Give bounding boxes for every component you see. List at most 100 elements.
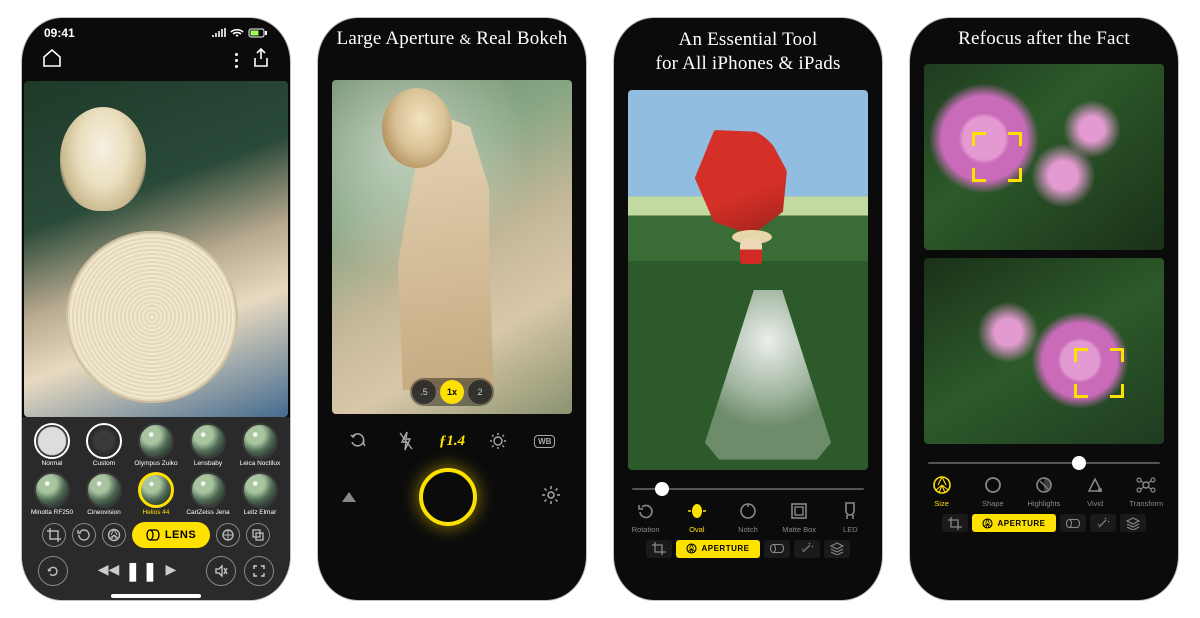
next-button[interactable]: ▶ xyxy=(165,561,176,582)
lens-picker: Normal Custom Olympus Zuiko Lensbaby Leica N… xyxy=(22,417,290,600)
rotate-icon xyxy=(634,500,658,522)
photo-top[interactable] xyxy=(924,64,1164,250)
lens-normal[interactable]: Normal xyxy=(27,423,77,468)
tab-rotation[interactable]: Rotation xyxy=(621,500,671,534)
pause-button[interactable]: ❚❚ xyxy=(125,561,159,582)
tab-label: Shape xyxy=(982,499,1004,508)
fullscreen-button[interactable] xyxy=(244,556,274,586)
photo-viewport[interactable]: .51x2 xyxy=(332,80,572,414)
lens-cineovision[interactable]: Cineovision xyxy=(79,472,129,517)
lens-label: Custom xyxy=(93,461,115,468)
tab-shape[interactable]: Shape xyxy=(968,474,1018,508)
lens-label: Helios 44 xyxy=(142,510,169,517)
lens-label: Lensbaby xyxy=(194,461,222,468)
collapse-button[interactable] xyxy=(342,492,356,502)
tab-size[interactable]: Size xyxy=(917,474,967,508)
focus-indicator-top[interactable] xyxy=(972,132,1022,182)
tab-vivid[interactable]: Vivid xyxy=(1070,474,1120,508)
photo-bottom[interactable] xyxy=(924,258,1164,444)
mode-lens-pill[interactable]: LENS xyxy=(132,522,210,548)
battery-icon xyxy=(248,28,268,38)
nav-lens-icon[interactable] xyxy=(1060,514,1086,532)
wifi-icon xyxy=(230,28,244,38)
tab-matte-box[interactable]: Matte Box xyxy=(774,500,824,534)
shutter-button[interactable] xyxy=(419,468,477,526)
tab-label: Vivid xyxy=(1087,499,1103,508)
lens-carlzeiss-jena[interactable]: CarlZeiss Jena xyxy=(183,472,233,517)
settings-button[interactable] xyxy=(540,484,562,511)
lens-thumbnail xyxy=(190,472,226,508)
tab-transform[interactable]: Transform xyxy=(1121,474,1171,508)
lens-thumbnail xyxy=(86,472,122,508)
lens-label: Olympus Zuiko xyxy=(134,461,177,468)
signal-icon xyxy=(212,28,226,38)
lens-label: Minolta RF250 xyxy=(31,510,73,517)
lens-label: Cineovision xyxy=(87,510,121,517)
lens-thumbnail xyxy=(34,423,70,459)
led-icon xyxy=(838,500,862,522)
refresh-button[interactable] xyxy=(346,430,372,452)
nav-wand-icon[interactable] xyxy=(1090,514,1116,532)
home-indicator xyxy=(111,594,201,598)
nav-wand-icon[interactable] xyxy=(794,540,820,558)
phone-screenshot-1: 09:41 NormalCustomOlympus ZuikoLensbabyL… xyxy=(22,18,290,600)
zoom-.5[interactable]: .5 xyxy=(412,380,436,404)
flash-off-button[interactable] xyxy=(393,430,419,452)
lens-lensbaby[interactable]: Lensbaby xyxy=(183,423,233,468)
zoom-1x[interactable]: 1x xyxy=(440,380,464,404)
mode-color-button[interactable] xyxy=(216,523,240,547)
transform-icon xyxy=(1134,474,1158,496)
zoom-selector[interactable]: .51x2 xyxy=(410,378,494,406)
nav-aperture-pill[interactable]: APERTURE xyxy=(676,540,759,558)
lens-leitz-elmar[interactable]: Leitz Elmar xyxy=(235,472,285,517)
tab-oval[interactable]: Oval xyxy=(672,500,722,534)
matte-icon xyxy=(787,500,811,522)
aperture-f-button[interactable]: ƒ1.4 xyxy=(439,430,465,452)
mute-button[interactable] xyxy=(206,556,236,586)
zoom-2[interactable]: 2 xyxy=(468,380,492,404)
headline: An Essential Tool for All iPhones & iPad… xyxy=(614,18,882,84)
photo-viewport[interactable] xyxy=(628,90,868,470)
lens-label: CarlZeiss Jena xyxy=(186,510,229,517)
photo-viewport[interactable] xyxy=(24,81,288,417)
mode-overlay-button[interactable] xyxy=(246,523,270,547)
mode-loop-button[interactable] xyxy=(72,523,96,547)
tab-label: LED xyxy=(843,525,858,534)
slider-knob[interactable] xyxy=(655,482,669,496)
nav-crop-icon[interactable] xyxy=(646,540,672,558)
lens-minolta-rf250[interactable]: Minolta RF250 xyxy=(27,472,77,517)
lens-thumbnail xyxy=(138,423,174,459)
nav-lens-icon[interactable] xyxy=(764,540,790,558)
lens-olympus-zuiko[interactable]: Olympus Zuiko xyxy=(131,423,181,468)
focus-indicator-bottom[interactable] xyxy=(1074,348,1124,398)
wb-button[interactable]: WB xyxy=(532,430,558,452)
undo-button[interactable] xyxy=(38,556,68,586)
circle-icon xyxy=(981,474,1005,496)
nav-aperture-pill[interactable]: APERTURE xyxy=(972,514,1055,532)
oval-icon xyxy=(685,500,709,522)
lens-thumbnail xyxy=(242,423,278,459)
tab-label: Matte Box xyxy=(782,525,816,534)
slider[interactable] xyxy=(928,462,1160,464)
lens-custom[interactable]: Custom xyxy=(79,423,129,468)
tab-label: Highlights xyxy=(1028,499,1061,508)
vivid-icon xyxy=(1083,474,1107,496)
slider-knob[interactable] xyxy=(1072,456,1086,470)
tab-highlights[interactable]: Highlights xyxy=(1019,474,1069,508)
mode-aperture-button[interactable] xyxy=(102,523,126,547)
home-button[interactable] xyxy=(42,49,62,72)
share-button[interactable] xyxy=(252,48,270,73)
nav-crop-icon[interactable] xyxy=(942,514,968,532)
slider[interactable] xyxy=(632,488,864,490)
prev-button[interactable]: ◀◀ xyxy=(98,561,120,582)
headline: Large Aperture & Real Bokeh xyxy=(318,18,586,58)
lens-helios-44[interactable]: Helios 44 xyxy=(131,472,181,517)
lens-leica-noctilux[interactable]: Leica Noctilux xyxy=(235,423,285,468)
tab-led[interactable]: LED xyxy=(825,500,875,534)
kebab-menu-button[interactable] xyxy=(235,53,238,68)
nav-layers-icon[interactable] xyxy=(824,540,850,558)
tab-notch[interactable]: Notch xyxy=(723,500,773,534)
nav-layers-icon[interactable] xyxy=(1120,514,1146,532)
mode-crop-button[interactable] xyxy=(42,523,66,547)
exposure-button[interactable] xyxy=(485,430,511,452)
